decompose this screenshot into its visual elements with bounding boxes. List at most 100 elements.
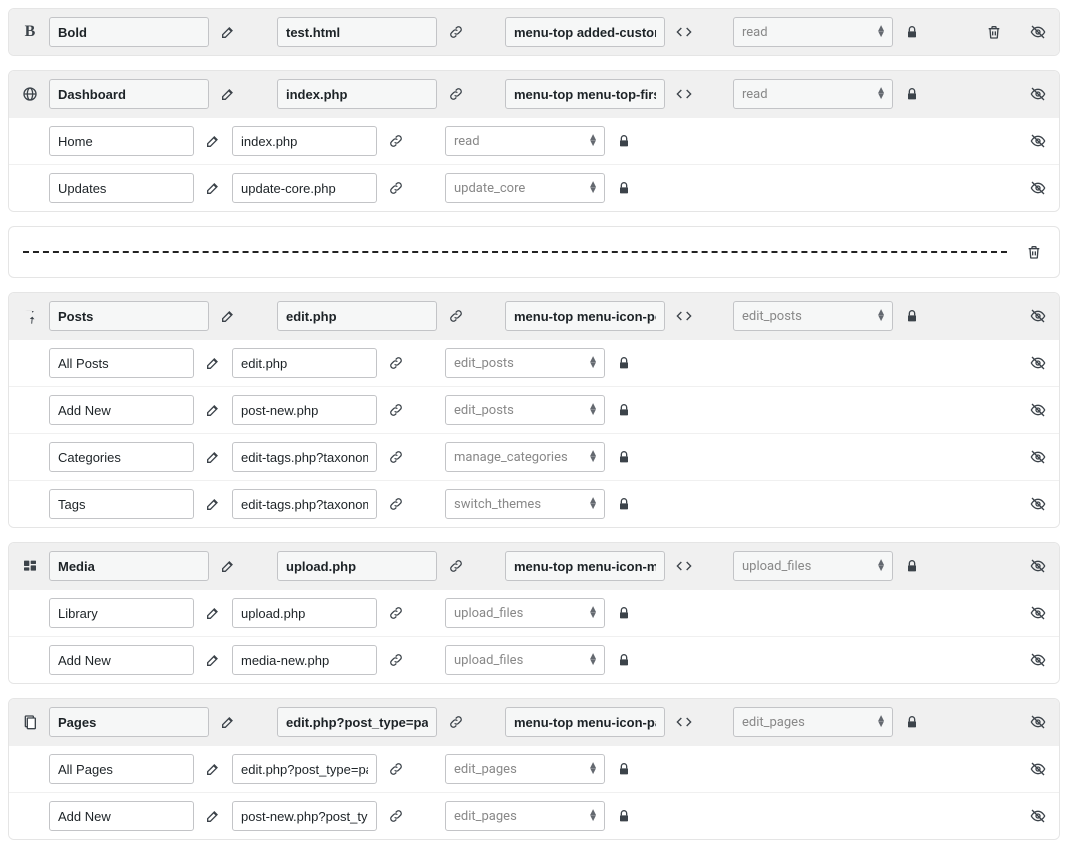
- visibility-toggle-icon[interactable]: [1027, 493, 1049, 515]
- visibility-toggle-icon[interactable]: [1027, 602, 1049, 624]
- link-icon[interactable]: [445, 83, 467, 105]
- menu-title-input[interactable]: [49, 79, 209, 109]
- menu-title-input[interactable]: [49, 551, 209, 581]
- menu-url-input[interactable]: [277, 79, 437, 109]
- visibility-toggle-icon[interactable]: [1027, 399, 1049, 421]
- submenu-capability-select[interactable]: manage_categories ▲▼: [445, 442, 605, 472]
- submenu-url-input[interactable]: [232, 645, 377, 675]
- submenu-capability-select[interactable]: edit_posts ▲▼: [445, 348, 605, 378]
- submenu-url-input[interactable]: [232, 598, 377, 628]
- edit-subtitle-icon[interactable]: [202, 446, 224, 468]
- submenu-title-input[interactable]: [49, 754, 194, 784]
- edit-subtitle-icon[interactable]: [202, 758, 224, 780]
- capability-select[interactable]: read ▲▼: [733, 17, 893, 47]
- submenu-url-input[interactable]: [232, 348, 377, 378]
- submenu-capability-select[interactable]: edit_pages ▲▼: [445, 754, 605, 784]
- code-icon[interactable]: [673, 21, 695, 43]
- submenu-title-input[interactable]: [49, 348, 194, 378]
- submenu-title-input[interactable]: [49, 395, 194, 425]
- visibility-toggle-icon[interactable]: [1027, 555, 1049, 577]
- menu-url-input[interactable]: [277, 301, 437, 331]
- submenu-title-input[interactable]: [49, 489, 194, 519]
- link-icon[interactable]: [385, 399, 407, 421]
- menu-url-input[interactable]: [277, 17, 437, 47]
- menu-classes-input[interactable]: [505, 301, 665, 331]
- menu-url-input[interactable]: [277, 551, 437, 581]
- edit-subtitle-icon[interactable]: [202, 493, 224, 515]
- visibility-toggle-icon[interactable]: [1027, 446, 1049, 468]
- edit-subtitle-icon[interactable]: [202, 805, 224, 827]
- edit-title-icon[interactable]: [217, 83, 239, 105]
- menu-title-input[interactable]: [49, 301, 209, 331]
- edit-subtitle-icon[interactable]: [202, 602, 224, 624]
- visibility-toggle-icon[interactable]: [1027, 711, 1049, 733]
- edit-subtitle-icon[interactable]: [202, 399, 224, 421]
- code-icon[interactable]: [673, 305, 695, 327]
- edit-title-icon[interactable]: [217, 555, 239, 577]
- code-icon[interactable]: [673, 555, 695, 577]
- link-icon[interactable]: [385, 805, 407, 827]
- edit-subtitle-icon[interactable]: [202, 352, 224, 374]
- code-icon[interactable]: [673, 83, 695, 105]
- link-icon[interactable]: [385, 177, 407, 199]
- submenu-capability-select[interactable]: edit_posts ▲▼: [445, 395, 605, 425]
- link-icon[interactable]: [385, 602, 407, 624]
- link-icon[interactable]: [385, 352, 407, 374]
- menu-classes-input[interactable]: [505, 17, 665, 47]
- visibility-toggle-icon[interactable]: [1027, 649, 1049, 671]
- delete-separator-icon[interactable]: [1023, 241, 1045, 263]
- submenu-capability-select[interactable]: update_core ▲▼: [445, 173, 605, 203]
- link-icon[interactable]: [445, 21, 467, 43]
- visibility-toggle-icon[interactable]: [1027, 805, 1049, 827]
- submenu-capability-select[interactable]: edit_pages ▲▼: [445, 801, 605, 831]
- menu-classes-input[interactable]: [505, 79, 665, 109]
- media-icon[interactable]: [19, 555, 41, 577]
- capability-select[interactable]: edit_posts ▲▼: [733, 301, 893, 331]
- menu-title-input[interactable]: [49, 17, 209, 47]
- submenu-url-input[interactable]: [232, 395, 377, 425]
- edit-title-icon[interactable]: [217, 711, 239, 733]
- menu-classes-input[interactable]: [505, 551, 665, 581]
- pages-icon[interactable]: [19, 711, 41, 733]
- link-icon[interactable]: [385, 446, 407, 468]
- submenu-title-input[interactable]: [49, 442, 194, 472]
- capability-select[interactable]: read ▲▼: [733, 79, 893, 109]
- edit-subtitle-icon[interactable]: [202, 649, 224, 671]
- delete-menu-icon[interactable]: [983, 21, 1005, 43]
- link-icon[interactable]: [445, 305, 467, 327]
- visibility-toggle-icon[interactable]: [1027, 305, 1049, 327]
- edit-subtitle-icon[interactable]: [202, 130, 224, 152]
- submenu-capability-select[interactable]: switch_themes ▲▼: [445, 489, 605, 519]
- link-icon[interactable]: [445, 711, 467, 733]
- globe-icon[interactable]: [19, 83, 41, 105]
- menu-url-input[interactable]: [277, 707, 437, 737]
- submenu-url-input[interactable]: [232, 754, 377, 784]
- menu-classes-input[interactable]: [505, 707, 665, 737]
- pin-icon[interactable]: [19, 305, 41, 327]
- edit-title-icon[interactable]: [217, 305, 239, 327]
- link-icon[interactable]: [445, 555, 467, 577]
- edit-title-icon[interactable]: [217, 21, 239, 43]
- visibility-toggle-icon[interactable]: [1027, 352, 1049, 374]
- bold-icon[interactable]: B: [19, 21, 41, 43]
- submenu-title-input[interactable]: [49, 126, 194, 156]
- link-icon[interactable]: [385, 493, 407, 515]
- visibility-toggle-icon[interactable]: [1027, 177, 1049, 199]
- link-icon[interactable]: [385, 649, 407, 671]
- submenu-capability-select[interactable]: upload_files ▲▼: [445, 598, 605, 628]
- submenu-title-input[interactable]: [49, 598, 194, 628]
- submenu-url-input[interactable]: [232, 442, 377, 472]
- submenu-url-input[interactable]: [232, 173, 377, 203]
- submenu-capability-select[interactable]: read ▲▼: [445, 126, 605, 156]
- submenu-capability-select[interactable]: upload_files ▲▼: [445, 645, 605, 675]
- submenu-title-input[interactable]: [49, 173, 194, 203]
- link-icon[interactable]: [385, 758, 407, 780]
- visibility-toggle-icon[interactable]: [1027, 83, 1049, 105]
- submenu-url-input[interactable]: [232, 489, 377, 519]
- capability-select[interactable]: edit_pages ▲▼: [733, 707, 893, 737]
- submenu-url-input[interactable]: [232, 126, 377, 156]
- visibility-toggle-icon[interactable]: [1027, 758, 1049, 780]
- submenu-url-input[interactable]: [232, 801, 377, 831]
- code-icon[interactable]: [673, 711, 695, 733]
- capability-select[interactable]: upload_files ▲▼: [733, 551, 893, 581]
